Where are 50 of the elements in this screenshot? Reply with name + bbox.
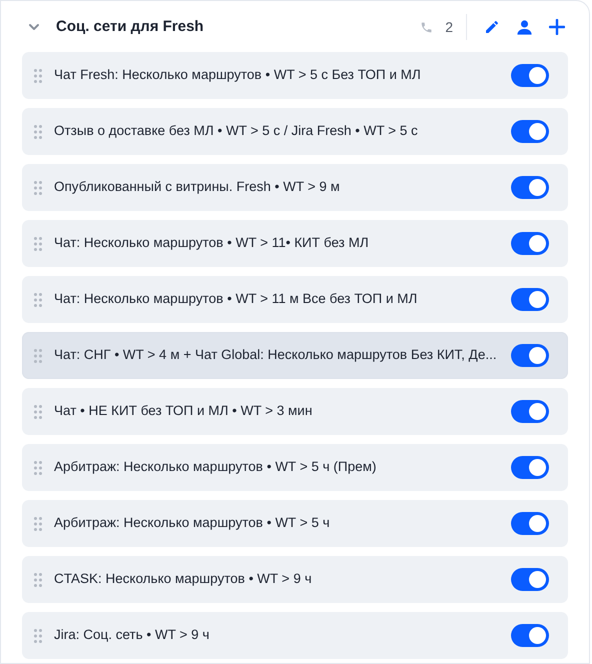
rule-row[interactable]: Отзыв о доставке без МЛ • WT > 5 с / Jira Fresh • WT > 5 с	[22, 108, 568, 155]
rule-label: CTASK: Несколько маршрутов • WT > 9 ч	[54, 570, 313, 588]
drag-handle-icon[interactable]	[34, 180, 42, 194]
rule-row[interactable]: Чат: Несколько маршрутов • WT > 11 м Все без ТОП и МЛ	[22, 276, 568, 323]
rule-label: Чат • НЕ КИТ без ТОП и МЛ • WT > 3 мин	[54, 402, 314, 420]
drag-handle-icon[interactable]	[34, 404, 42, 418]
rule-row[interactable]: Арбитраж: Несколько маршрутов • WT > 5 ч (Прем)	[22, 444, 568, 491]
rule-label: Чат Fresh: Несколько маршрутов • WT > 5 с Без ТОП и МЛ	[54, 66, 422, 84]
toggle-switch[interactable]	[511, 120, 549, 143]
drag-handle-icon[interactable]	[34, 124, 42, 138]
rule-row[interactable]: Опубликованный с витрины. Fresh • WT > 9 м	[22, 164, 568, 211]
toggle-switch[interactable]	[511, 512, 549, 535]
rule-label: Чат: СНГ • WT > 4 м + Чат Global: Несколько маршрутов Без КИТ, Де...	[54, 346, 498, 364]
rule-label: Jira: Соц. сеть • WT > 9 ч	[54, 626, 210, 644]
drag-handle-icon[interactable]	[34, 628, 42, 642]
rule-row[interactable]: Чат • НЕ КИТ без ТОП и МЛ • WT > 3 мин	[22, 388, 568, 435]
rule-row[interactable]: CTASK: Несколько маршрутов • WT > 9 ч	[22, 556, 568, 603]
drag-handle-icon[interactable]	[34, 68, 42, 82]
toggle-switch[interactable]	[511, 344, 549, 367]
rule-label: Чат: Несколько маршрутов • WT > 11• КИТ без МЛ	[54, 234, 370, 252]
rule-row[interactable]: Чат Fresh: Несколько маршрутов • WT > 5 с Без ТОП и МЛ	[22, 52, 568, 99]
rule-label: Арбитраж: Несколько маршрутов • WT > 5 ч	[54, 514, 331, 532]
toggle-switch[interactable]	[511, 288, 549, 311]
toggle-switch[interactable]	[511, 64, 549, 87]
toggle-switch[interactable]	[511, 232, 549, 255]
drag-handle-icon[interactable]	[34, 292, 42, 306]
drag-handle-icon[interactable]	[34, 236, 42, 250]
rule-label: Отзыв о доставке без МЛ • WT > 5 с / Jira Fresh • WT > 5 с	[54, 122, 419, 140]
user-icon[interactable]	[516, 18, 533, 36]
toggle-switch[interactable]	[511, 456, 549, 479]
rule-label: Чат: Несколько маршрутов • WT > 11 м Все без ТОП и МЛ	[54, 290, 418, 308]
toggle-switch[interactable]	[511, 400, 549, 423]
rule-row[interactable]: Чат: Несколько маршрутов • WT > 11• КИТ без МЛ	[22, 220, 568, 267]
rule-label: Опубликованный с витрины. Fresh • WT > 9 м	[54, 178, 341, 196]
rule-label: Арбитраж: Несколько маршрутов • WT > 5 ч (Прем)	[54, 458, 378, 476]
drag-handle-icon[interactable]	[34, 460, 42, 474]
edit-icon[interactable]	[484, 19, 500, 35]
toggle-switch[interactable]	[511, 568, 549, 591]
toggle-switch[interactable]	[511, 176, 549, 199]
phone-icon	[420, 20, 434, 34]
rule-row[interactable]: Арбитраж: Несколько маршрутов • WT > 5 ч	[22, 500, 568, 547]
drag-handle-icon[interactable]	[34, 516, 42, 530]
rule-row[interactable]: Jira: Соц. сеть • WT > 9 ч	[22, 612, 568, 659]
call-count: 2	[445, 18, 453, 36]
toggle-switch[interactable]	[511, 624, 549, 647]
add-icon[interactable]	[549, 19, 565, 35]
drag-handle-icon[interactable]	[34, 348, 42, 362]
drag-handle-icon[interactable]	[34, 572, 42, 586]
group-title: Соц. сети для Fresh	[56, 16, 204, 37]
rule-row[interactable]: Чат: СНГ • WT > 4 м + Чат Global: Несколько маршрутов Без КИТ, Де...	[22, 332, 568, 379]
